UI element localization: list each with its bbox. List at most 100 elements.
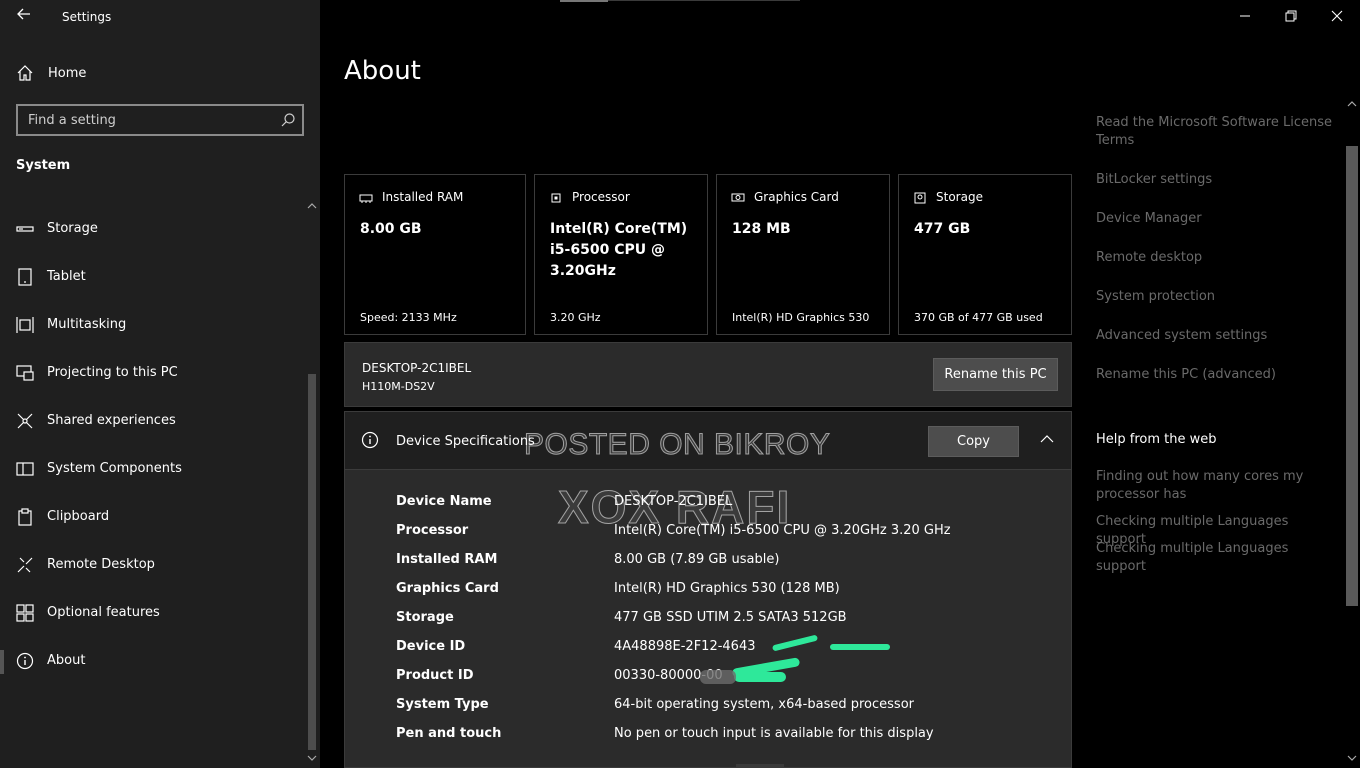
processor-icon <box>551 193 561 203</box>
app-title: Settings <box>62 10 112 24</box>
link-rename-pc-advanced[interactable]: Rename this PC (advanced) <box>1096 366 1336 384</box>
card-installed-ram: Installed RAM 8.00 GB Speed: 2133 MHz <box>344 174 526 335</box>
storage-drive-icon <box>914 192 926 204</box>
sidebar-item-about[interactable]: About <box>0 638 304 686</box>
main-scrollbar[interactable] <box>1344 96 1360 768</box>
sidebar-item-projecting[interactable]: Projecting to this PC <box>0 350 304 398</box>
link-advanced-system-settings[interactable]: Advanced system settings <box>1096 327 1336 345</box>
sidebar-scrollbar[interactable] <box>304 198 320 768</box>
card-subtext: Intel(R) HD Graphics 530 <box>732 311 870 324</box>
copy-button[interactable]: Copy <box>928 426 1019 457</box>
redaction-mark <box>700 670 736 684</box>
link-help-cores[interactable]: Finding out how many cores my processor … <box>1096 468 1336 504</box>
rename-pc-button[interactable]: Rename this PC <box>933 358 1058 391</box>
card-subtext: 3.20 GHz <box>550 311 601 324</box>
spec-row-installed-ram: Installed RAM 8.00 GB (7.89 GB usable) <box>396 552 1056 574</box>
minimize-icon <box>1240 15 1250 17</box>
sidebar-item-label: Projecting to this PC <box>47 365 178 380</box>
scrollbar-thumb[interactable] <box>308 374 316 750</box>
chevron-up-icon[interactable] <box>307 202 317 210</box>
spec-key: Pen and touch <box>396 726 502 741</box>
spec-value: 477 GB SSD UTIM 2.5 SATA3 512GB <box>614 610 847 625</box>
spec-key: Storage <box>396 610 454 625</box>
minimize-button[interactable] <box>1222 2 1268 30</box>
sidebar-item-system-components[interactable]: System Components <box>0 446 304 494</box>
card-subtext: 370 GB of 477 GB used <box>914 311 1043 324</box>
sidebar-item-tablet[interactable]: Tablet <box>0 254 304 302</box>
system-components-icon <box>16 462 34 476</box>
sidebar-item-storage[interactable]: Storage <box>0 206 304 254</box>
spec-row-device-id: Device ID 4A48898E-2F12-4643 <box>396 639 1056 661</box>
link-bitlocker-settings[interactable]: BitLocker settings <box>1096 171 1336 189</box>
section-title: System <box>16 158 71 173</box>
link-remote-desktop[interactable]: Remote desktop <box>1096 249 1336 267</box>
sidebar-item-shared-experiences[interactable]: Shared experiences <box>0 398 304 446</box>
pc-model: H110M-DS2V <box>362 380 435 393</box>
sidebar-item-home[interactable]: Home <box>0 60 320 88</box>
shared-experiences-icon <box>17 413 33 429</box>
top-divider-accent <box>560 0 608 2</box>
watermark-text: XOX RAFI <box>557 481 792 534</box>
home-icon <box>17 65 33 81</box>
ram-icon <box>359 194 373 203</box>
back-arrow-icon <box>17 8 30 20</box>
sidebar-item-remote-desktop[interactable]: Remote Desktop <box>0 542 304 590</box>
spec-value: 4A48898E-2F12-4643 <box>614 639 756 654</box>
watermark-text: POSTED ON BIKROY <box>523 428 831 462</box>
device-specifications-panel: Device Specifications Copy Device Name D… <box>344 411 1072 768</box>
link-help-languages-2[interactable]: Checking multiple Languages support <box>1096 540 1336 576</box>
nav-list: Storage Tablet Multitasking Projecting t… <box>0 206 304 686</box>
spec-key: Device ID <box>396 639 466 654</box>
chevron-down-icon[interactable] <box>1347 754 1357 762</box>
spec-key: System Type <box>396 697 489 712</box>
device-specifications-title: Device Specifications <box>396 434 535 449</box>
bottom-indicator <box>736 764 784 768</box>
card-value: 8.00 GB <box>360 221 422 237</box>
restore-icon <box>1285 10 1297 22</box>
redaction-mark <box>830 644 890 650</box>
chevron-up-icon[interactable] <box>1039 432 1055 446</box>
spec-value: No pen or touch input is available for t… <box>614 726 934 741</box>
chevron-up-icon[interactable] <box>1347 100 1357 108</box>
info-icon <box>16 652 34 670</box>
spec-key: Device Name <box>396 494 492 509</box>
search-icon[interactable] <box>280 112 296 128</box>
sidebar-item-optional-features[interactable]: Optional features <box>0 590 304 638</box>
chevron-down-icon[interactable] <box>307 754 317 762</box>
search-box[interactable] <box>16 104 304 136</box>
sidebar-item-clipboard[interactable]: Clipboard <box>0 494 304 542</box>
spec-key: Processor <box>396 523 469 538</box>
restore-button[interactable] <box>1268 2 1314 30</box>
optional-features-icon <box>16 604 34 622</box>
link-device-manager[interactable]: Device Manager <box>1096 210 1336 228</box>
help-from-web-header: Help from the web <box>1096 432 1217 447</box>
storage-icon <box>16 226 34 232</box>
card-value: 128 MB <box>732 221 791 237</box>
close-button[interactable] <box>1314 2 1360 30</box>
link-system-protection[interactable]: System protection <box>1096 288 1336 306</box>
card-storage: Storage 477 GB 370 GB of 477 GB used <box>898 174 1072 335</box>
sidebar: Settings Home System Storage Tablet Mult… <box>0 0 320 768</box>
remote-desktop-icon <box>17 557 33 573</box>
scrollbar-thumb[interactable] <box>1346 146 1358 606</box>
sidebar-item-label: System Components <box>47 461 182 476</box>
card-processor: Processor Intel(R) Core(TM) i5-6500 CPU … <box>534 174 708 335</box>
card-graphics-card: Graphics Card 128 MB Intel(R) HD Graphic… <box>716 174 890 335</box>
sidebar-item-multitasking[interactable]: Multitasking <box>0 302 304 350</box>
sidebar-item-label: Home <box>48 66 87 81</box>
spec-value: 64-bit operating system, x64-based proce… <box>614 697 914 712</box>
sidebar-item-label: Storage <box>47 221 98 236</box>
pc-name-bar: DESKTOP-2C1IBEL H110M-DS2V Rename this P… <box>344 342 1072 407</box>
card-value: 477 GB <box>914 221 971 237</box>
spec-key: Product ID <box>396 668 474 683</box>
card-header: Installed RAM <box>382 190 464 204</box>
page-title: About <box>344 56 421 86</box>
spec-value: 8.00 GB (7.89 GB usable) <box>614 552 780 567</box>
search-input[interactable] <box>18 106 268 134</box>
spec-row-system-type: System Type 64-bit operating system, x64… <box>396 697 1056 719</box>
close-icon <box>1331 10 1343 22</box>
sidebar-item-label: About <box>47 653 86 668</box>
graphics-card-icon <box>731 193 745 202</box>
link-software-license[interactable]: Read the Microsoft Software License Term… <box>1096 114 1336 150</box>
back-button[interactable] <box>12 6 36 26</box>
